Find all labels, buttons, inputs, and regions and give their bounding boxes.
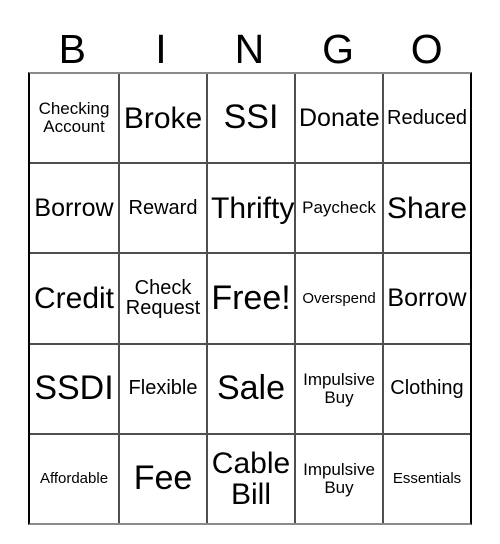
bingo-cell[interactable]: SSI bbox=[206, 74, 294, 163]
bingo-cell[interactable]: SSDI bbox=[30, 344, 118, 433]
bingo-cell-label: Free! bbox=[211, 278, 291, 317]
bingo-cell-label: Donate bbox=[299, 104, 380, 133]
bingo-row: Credit Check Request Free! Overspend Borrow bbox=[30, 252, 470, 343]
bingo-cell[interactable]: Broke bbox=[118, 74, 206, 163]
bingo-row: Checking Account Broke SSI Donate Reduced bbox=[30, 74, 470, 163]
bingo-cell[interactable]: Impulsive Buy bbox=[294, 344, 382, 433]
bingo-cell-label: Check Request bbox=[125, 276, 201, 320]
bingo-cell-label: Credit bbox=[33, 281, 115, 315]
bingo-cell-label: Broke bbox=[123, 101, 203, 135]
bingo-row: SSDI Flexible Sale Impulsive Buy Clothing bbox=[30, 342, 470, 433]
bingo-row: Borrow Reward Thrifty Paycheck Share bbox=[30, 162, 470, 253]
bingo-cell-label: Impulsive Buy bbox=[303, 460, 375, 497]
bingo-cell[interactable]: Paycheck bbox=[294, 164, 382, 253]
bingo-cell-label: Affordable bbox=[39, 470, 109, 488]
bingo-cell[interactable]: Reward bbox=[118, 164, 206, 253]
bingo-cell-label: SSI bbox=[223, 98, 279, 137]
bingo-header-row: B I N G O bbox=[28, 8, 472, 72]
bingo-cell-label: Share bbox=[387, 191, 468, 225]
bingo-cell[interactable]: Borrow bbox=[382, 254, 470, 343]
bingo-cell-label: Thrifty bbox=[211, 191, 294, 225]
bingo-cell[interactable]: Cable Bill bbox=[206, 434, 294, 523]
bingo-cell[interactable]: Fee bbox=[118, 434, 206, 523]
bingo-row: Affordable Fee Cable Bill Impulsive Buy Esse… bbox=[30, 432, 470, 523]
bingo-header-letter-o: O bbox=[410, 26, 443, 72]
bingo-header-letter-i: I bbox=[155, 26, 167, 72]
bingo-cell-label: Borrow bbox=[387, 284, 467, 313]
bingo-cell[interactable]: Sale bbox=[206, 344, 294, 433]
bingo-cell-label: Reward bbox=[128, 196, 198, 219]
bingo-cell-label: Sale bbox=[216, 368, 286, 407]
bingo-cell[interactable]: Reduced bbox=[382, 74, 470, 163]
bingo-cell[interactable]: Affordable bbox=[30, 434, 118, 523]
bingo-cell[interactable]: Impulsive Buy bbox=[294, 434, 382, 523]
bingo-cell-label: Fee bbox=[133, 459, 193, 498]
bingo-cell-label: Clothing bbox=[390, 377, 464, 400]
bingo-cell-label: Cable Bill bbox=[211, 446, 291, 511]
bingo-cell-label: SSDI bbox=[34, 368, 114, 407]
bingo-cell[interactable]: Donate bbox=[294, 74, 382, 163]
bingo-header-letter-n: N bbox=[234, 26, 265, 72]
bingo-cell-label: Overspend bbox=[302, 289, 376, 307]
bingo-cell-label: Reduced bbox=[387, 106, 468, 129]
bingo-cell[interactable]: Clothing bbox=[382, 344, 470, 433]
bingo-cell-label: Checking Account bbox=[38, 99, 110, 137]
bingo-cell[interactable]: Borrow bbox=[30, 164, 118, 253]
bingo-cell[interactable]: Check Request bbox=[118, 254, 206, 343]
bingo-cell-label: Impulsive Buy bbox=[303, 369, 375, 407]
bingo-cell[interactable]: Thrifty bbox=[206, 164, 294, 253]
bingo-cell[interactable]: Overspend bbox=[294, 254, 382, 343]
bingo-grid: Checking Account Broke SSI Donate Reduced Bor… bbox=[28, 72, 472, 525]
bingo-header-letter-g: G bbox=[322, 26, 355, 72]
bingo-cell[interactable]: Essentials bbox=[382, 434, 470, 523]
bingo-cell-label: Essentials bbox=[392, 470, 462, 488]
bingo-cell[interactable]: Credit bbox=[30, 254, 118, 343]
bingo-free-space-cell[interactable]: Free! bbox=[206, 254, 294, 343]
bingo-cell[interactable]: Share bbox=[382, 164, 470, 253]
bingo-cell[interactable]: Flexible bbox=[118, 344, 206, 433]
bingo-header-letter-b: B bbox=[58, 26, 86, 72]
bingo-cell-label: Flexible bbox=[128, 377, 198, 400]
bingo-cell[interactable]: Checking Account bbox=[30, 74, 118, 163]
bingo-card: B I N G O Checking Account Broke SSI Donate… bbox=[28, 8, 472, 525]
bingo-cell-label: Borrow bbox=[34, 194, 114, 223]
bingo-cell-label: Paycheck bbox=[302, 198, 376, 218]
